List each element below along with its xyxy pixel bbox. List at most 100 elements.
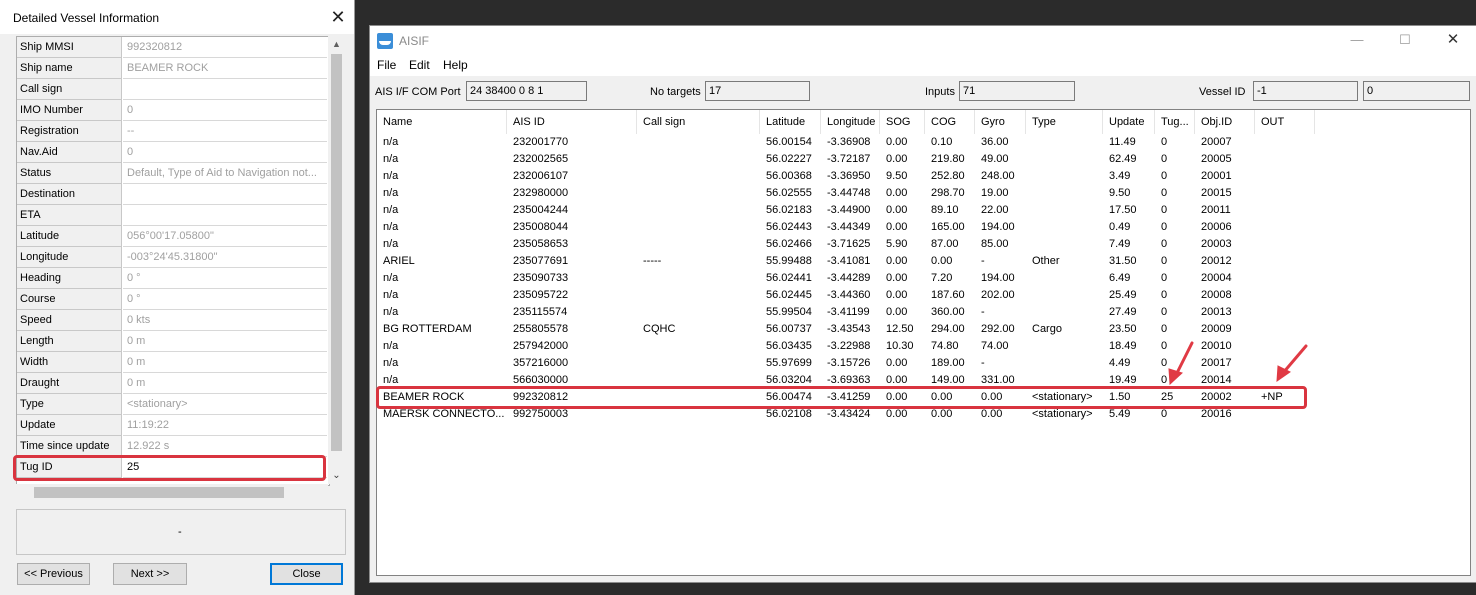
- property-grid-vertical-scrollbar[interactable]: ▲ ⌄: [328, 36, 345, 484]
- property-value[interactable]: 056°00'17.05800": [123, 226, 327, 247]
- property-value[interactable]: [123, 79, 327, 100]
- menu-file[interactable]: File: [377, 58, 396, 72]
- table-row[interactable]: n/a 232002565 56.02227 -3.72187 0.00 219.80 49…: [377, 151, 1468, 168]
- property-value[interactable]: 0: [123, 142, 327, 163]
- targets-table: Name AIS ID Call sign Latitude Longitude SOG C…: [376, 109, 1471, 576]
- property-value[interactable]: --: [123, 121, 327, 142]
- property-row[interactable]: Status Default, Type of Aid to Navigation…: [17, 163, 327, 184]
- property-value[interactable]: 0: [123, 100, 327, 121]
- property-row[interactable]: Width 0 m: [17, 352, 327, 373]
- table-cell: 0.10: [931, 136, 953, 148]
- property-value[interactable]: 0 m: [123, 331, 327, 352]
- property-value[interactable]: BEAMER ROCK: [123, 58, 327, 79]
- property-row[interactable]: Course 0 °: [17, 289, 327, 310]
- table-row[interactable]: n/a 232001770 56.00154 -3.36908 0.00 0.10 36.0…: [377, 134, 1468, 151]
- column-header[interactable]: Obj.ID: [1195, 110, 1255, 134]
- column-header[interactable]: Type: [1026, 110, 1103, 134]
- table-row[interactable]: BG ROTTERDAM 255805578 CQHC 56.00737 -3.4354…: [377, 321, 1468, 338]
- column-header[interactable]: COG: [925, 110, 975, 134]
- table-cell: [637, 185, 760, 202]
- property-row[interactable]: Latitude 056°00'17.05800": [17, 226, 327, 247]
- close-button[interactable]: Close: [270, 563, 343, 585]
- column-header[interactable]: Latitude: [760, 110, 821, 134]
- property-row[interactable]: Speed 0 kts: [17, 310, 327, 331]
- property-value[interactable]: 992320812: [123, 37, 327, 58]
- property-row[interactable]: Draught 0 m: [17, 373, 327, 394]
- property-row[interactable]: Ship name BEAMER ROCK: [17, 58, 327, 79]
- column-header[interactable]: Longitude: [821, 110, 880, 134]
- selected-row-highlight-box: [376, 386, 1307, 409]
- table-cell: 55.99504: [766, 306, 812, 318]
- scroll-thumb[interactable]: [331, 54, 342, 451]
- table-row[interactable]: n/a 235095722 56.02445 -3.44360 0.00 187.60 20…: [377, 287, 1468, 304]
- table-row[interactable]: n/a 357216000 55.97699 -3.15726 0.00 189.00 - 4…: [377, 355, 1468, 372]
- property-value[interactable]: 0 °: [123, 289, 327, 310]
- property-value[interactable]: 0 °: [123, 268, 327, 289]
- column-header[interactable]: SOG: [880, 110, 925, 134]
- table-cell: [637, 270, 760, 287]
- table-row[interactable]: ARIEL 235077691 ----- 55.99488 -3.41081 0.00 0…: [377, 253, 1468, 270]
- property-row[interactable]: Update 11:19:22: [17, 415, 327, 436]
- property-row[interactable]: Length 0 m: [17, 331, 327, 352]
- property-value[interactable]: [123, 184, 327, 205]
- column-header[interactable]: Gyro: [975, 110, 1026, 134]
- column-header[interactable]: Tug...: [1155, 110, 1195, 134]
- property-row[interactable]: IMO Number 0: [17, 100, 327, 121]
- table-cell: n/a: [383, 170, 399, 182]
- table-cell: 0.00: [886, 221, 908, 233]
- property-value[interactable]: 12.922 s: [123, 436, 327, 457]
- column-header[interactable]: OUT: [1255, 110, 1315, 134]
- property-row[interactable]: Call sign: [17, 79, 327, 100]
- menu-help[interactable]: Help: [443, 58, 468, 72]
- column-header[interactable]: Call sign: [637, 110, 760, 134]
- property-row[interactable]: Time since update 12.922 s: [17, 436, 327, 457]
- previous-button[interactable]: << Previous: [17, 563, 90, 585]
- property-row[interactable]: Destination: [17, 184, 327, 205]
- table-row[interactable]: n/a 235004244 56.02183 -3.44900 0.00 89.10 22.…: [377, 202, 1468, 219]
- property-value[interactable]: [123, 205, 327, 226]
- maximize-icon[interactable]: ☐: [1382, 26, 1428, 56]
- table-row[interactable]: n/a 235090733 56.02441 -3.44289 0.00 7.20 194.…: [377, 270, 1468, 287]
- property-value[interactable]: 0 m: [123, 373, 327, 394]
- property-value[interactable]: Default, Type of Aid to Navigation not..…: [123, 163, 327, 184]
- property-value[interactable]: -003°24'45.31800": [123, 247, 327, 268]
- next-button[interactable]: Next >>: [113, 563, 187, 585]
- aisif-window: AISIF — ☐ ✕ File Edit Help AIS I/F COM P…: [369, 25, 1476, 583]
- menu-edit[interactable]: Edit: [409, 58, 430, 72]
- close-icon[interactable]: ✕: [1430, 26, 1476, 56]
- table-cell: 0: [1161, 289, 1168, 301]
- property-value[interactable]: 0 kts: [123, 310, 327, 331]
- table-row[interactable]: n/a 232006107 56.00368 -3.36950 9.50 252.80 24…: [377, 168, 1468, 185]
- column-header[interactable]: Update: [1103, 110, 1155, 134]
- property-row[interactable]: Registration --: [17, 121, 327, 142]
- property-label: Longitude: [17, 247, 122, 268]
- table-cell: 194.00: [981, 272, 1015, 284]
- property-grid-horizontal-scrollbar[interactable]: [16, 484, 328, 501]
- table-row[interactable]: n/a 235058653 56.02466 -3.71625 5.90 87.00 85.…: [377, 236, 1468, 253]
- property-row[interactable]: Nav.Aid 0: [17, 142, 327, 163]
- property-value[interactable]: 11:19:22: [123, 415, 327, 436]
- table-cell: -3.22988: [827, 340, 871, 352]
- property-row[interactable]: Ship MMSI 992320812: [17, 37, 327, 58]
- column-header[interactable]: AIS ID: [507, 110, 637, 134]
- property-row[interactable]: Longitude -003°24'45.31800": [17, 247, 327, 268]
- property-row[interactable]: ETA: [17, 205, 327, 226]
- inputs-label: Inputs: [925, 86, 955, 98]
- property-value[interactable]: <stationary>: [123, 394, 327, 415]
- chevron-down-icon[interactable]: ⌄: [328, 468, 345, 484]
- table-row[interactable]: n/a 257942000 56.03435 -3.22988 10.30 74.80 74…: [377, 338, 1468, 355]
- table-row[interactable]: n/a 235008044 56.02443 -3.44349 0.00 165.00 19…: [377, 219, 1468, 236]
- table-cell: 292.00: [981, 323, 1015, 335]
- column-header[interactable]: Name: [377, 110, 507, 134]
- property-value[interactable]: 0 m: [123, 352, 327, 373]
- scroll-thumb[interactable]: [34, 487, 284, 498]
- close-icon[interactable]: ✕: [324, 4, 352, 30]
- minimize-icon[interactable]: —: [1334, 26, 1380, 56]
- table-row[interactable]: n/a 235115574 55.99504 -3.41199 0.00 360.00 - 2…: [377, 304, 1468, 321]
- property-label: Type: [17, 394, 122, 415]
- table-cell: [1255, 355, 1315, 372]
- property-row[interactable]: Type <stationary>: [17, 394, 327, 415]
- scroll-up-icon[interactable]: ▲: [328, 36, 345, 52]
- property-row[interactable]: Heading 0 °: [17, 268, 327, 289]
- table-row[interactable]: n/a 232980000 56.02555 -3.44748 0.00 298.70 19…: [377, 185, 1468, 202]
